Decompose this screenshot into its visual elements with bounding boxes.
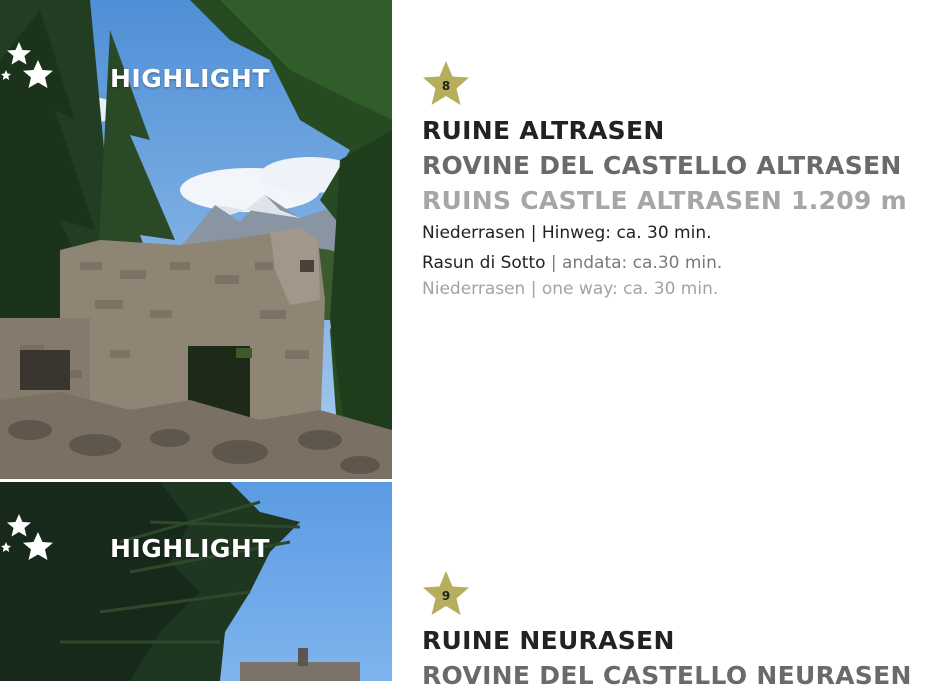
badge-number: 9 xyxy=(441,589,451,603)
route-german: Niederrasen | Hinweg: ca. 30 min. xyxy=(422,223,712,243)
route-italian-duration: | andata: ca.30 min. xyxy=(545,253,723,273)
highlight-label: HIGHLIGHT xyxy=(110,534,270,563)
photo-ruin-altrasen: HIGHLIGHT xyxy=(0,0,392,479)
route-italian: Rasun di Sotto | andata: ca.30 min. xyxy=(422,253,932,273)
highlight-stars-icon xyxy=(1,514,53,560)
highlight-stars-icon xyxy=(1,42,53,88)
route-english: Niederrasen | one way: ca. 30 min. xyxy=(422,279,719,299)
title-german: RUINE ALTRASEN xyxy=(422,116,665,145)
entry-ruine-altrasen: 8 RUINE ALTRASEN ROVINE DEL CASTELLO ALT… xyxy=(422,60,932,299)
highlight-label: HIGHLIGHT xyxy=(110,64,270,93)
route-italian-place: Rasun di Sotto xyxy=(422,253,546,273)
photo-ruin-neurasen: HIGHLIGHT xyxy=(0,482,392,681)
title-italian: ROVINE DEL CASTELLO ALTRASEN xyxy=(422,151,902,180)
number-badge: 8 xyxy=(422,60,470,110)
title-german: RUINE NEURASEN xyxy=(422,626,675,655)
badge-number: 8 xyxy=(441,79,451,93)
number-badge: 9 xyxy=(422,570,470,620)
title-italian: ROVINE DEL CASTELLO NEURASEN xyxy=(422,661,912,690)
entry-ruine-neurasen: 9 RUINE NEURASEN ROVINE DEL CASTELLO NEU… xyxy=(422,570,932,690)
title-english: RUINS CASTLE ALTRASEN 1.209 m xyxy=(422,186,907,215)
